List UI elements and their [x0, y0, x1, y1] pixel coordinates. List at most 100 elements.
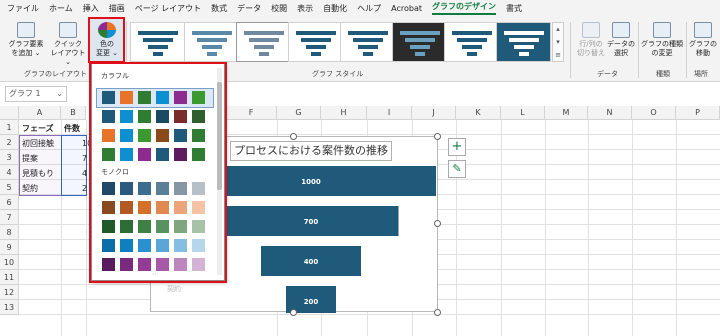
col-header-p[interactable]: P: [676, 106, 720, 120]
chart-style-1[interactable]: [130, 22, 185, 62]
chart-element-icon: [17, 22, 35, 38]
tab-5[interactable]: 数式: [211, 3, 227, 14]
cell-b1[interactable]: 件数: [62, 121, 80, 136]
cell-b5[interactable]: 2: [80, 181, 87, 196]
tab-11[interactable]: Acrobat: [391, 4, 422, 13]
tab-0[interactable]: ファイル: [7, 3, 39, 14]
chart-styles-brush-icon[interactable]: ✎: [448, 160, 466, 178]
row-header-4[interactable]: 4: [0, 165, 19, 180]
col-header-f[interactable]: F: [226, 106, 277, 120]
change-type-label-1: グラフの種類: [641, 40, 683, 48]
row-header-2[interactable]: 2: [0, 135, 19, 150]
cell-b3[interactable]: 7: [80, 151, 87, 166]
col-header-i[interactable]: I: [367, 106, 412, 120]
resize-handle-top[interactable]: [290, 133, 297, 140]
group-location-label: 場所: [694, 70, 708, 78]
quick-layout-label-1: クイック: [54, 40, 82, 48]
tab-12[interactable]: グラフのデザイン: [432, 1, 497, 15]
row-header-10[interactable]: 10: [0, 255, 19, 270]
cell-b4[interactable]: 4: [80, 166, 87, 181]
change-chart-type-button[interactable]: グラフの種類 の変更: [640, 22, 684, 58]
chart-style-8[interactable]: [496, 22, 551, 62]
switch-label-1: 行/列の: [579, 40, 603, 48]
chart-style-3[interactable]: [236, 22, 291, 62]
resize-handle-top-right[interactable]: [434, 133, 441, 140]
select-data-icon: [612, 22, 630, 38]
row-header-12[interactable]: 12: [0, 285, 19, 300]
move-chart-button[interactable]: グラフの 移動: [688, 22, 718, 58]
funnel-data-label-2: 400: [304, 258, 319, 266]
select-data-button[interactable]: データの 選択: [606, 22, 636, 58]
tab-8[interactable]: 表示: [297, 3, 313, 14]
funnel-data-label-3: 200: [304, 298, 319, 306]
resize-handle-bottom-right[interactable]: [434, 309, 441, 316]
row-header-8[interactable]: 8: [0, 225, 19, 240]
tab-1[interactable]: ホーム: [49, 3, 73, 14]
highlight-change-colors: [88, 17, 125, 63]
ribbon-tabs: ファイル ホーム 挿入 描画 ページ レイアウト 数式 データ 校閲 表示 自動化 ヘルプ Acrob…: [0, 0, 720, 16]
select-data-label-2: 選択: [614, 49, 628, 57]
row-header-1[interactable]: 1: [0, 120, 19, 135]
col-header-g[interactable]: G: [277, 106, 321, 120]
tab-7[interactable]: 校閲: [271, 3, 287, 14]
row-header-3[interactable]: 3: [0, 150, 19, 165]
name-box[interactable]: グラフ 1 ⌄: [5, 86, 67, 102]
cell-a2[interactable]: 初回接触: [20, 136, 54, 151]
resize-handle-bottom[interactable]: [290, 309, 297, 316]
tab-6[interactable]: データ: [237, 3, 261, 14]
chart-style-7[interactable]: [444, 22, 499, 62]
chart-style-4[interactable]: [288, 22, 343, 62]
row-header-6[interactable]: 6: [0, 195, 19, 210]
switch-row-column-button[interactable]: 行/列の 切り替え: [574, 22, 608, 58]
change-type-label-2: の変更: [651, 49, 673, 57]
funnel-data-label-0: 1000: [301, 178, 321, 186]
row-header-11[interactable]: 11: [0, 270, 19, 285]
add-element-label-1: グラフ要素: [8, 40, 44, 48]
quick-layout-button[interactable]: クイック レイアウト ⌄: [48, 22, 88, 67]
cell-a5[interactable]: 契約: [20, 181, 38, 196]
row-header-13[interactable]: 13: [0, 300, 19, 315]
col-header-j[interactable]: J: [412, 106, 456, 120]
separator: [686, 22, 687, 78]
select-all-corner[interactable]: [0, 106, 19, 120]
group-type-label: 種類: [656, 70, 670, 78]
add-chart-element-button[interactable]: グラフ要素 を追加 ⌄: [4, 22, 48, 58]
chevron-down-icon: ⌄: [56, 89, 63, 98]
tab-2[interactable]: 挿入: [83, 3, 99, 14]
col-header-h[interactable]: H: [321, 106, 367, 120]
col-header-k[interactable]: K: [456, 106, 501, 120]
chart-style-5[interactable]: [340, 22, 395, 62]
cell-a1[interactable]: フェーズ: [20, 121, 54, 136]
group-data-label: データ: [597, 70, 618, 78]
chart-title[interactable]: プロセスにおける案件数の推移: [230, 141, 392, 161]
switch-label-2: 切り替え: [577, 49, 605, 57]
tab-3[interactable]: 描画: [109, 3, 125, 14]
row-header-7[interactable]: 7: [0, 210, 19, 225]
name-box-value: グラフ 1: [9, 89, 41, 98]
tab-10[interactable]: ヘルプ: [357, 3, 381, 14]
col-header-a[interactable]: A: [19, 106, 61, 120]
chart-style-6[interactable]: [392, 22, 447, 62]
chart-style-2[interactable]: [184, 22, 239, 62]
col-header-n[interactable]: N: [588, 106, 632, 120]
col-header-b[interactable]: B: [61, 106, 86, 120]
chart-elements-plus-icon[interactable]: +: [448, 138, 466, 156]
move-chart-label-2: 移動: [696, 49, 710, 57]
row-header-9[interactable]: 9: [0, 240, 19, 255]
cell-a3[interactable]: 提案: [20, 151, 38, 166]
col-header-m[interactable]: M: [545, 106, 588, 120]
gallery-scroll[interactable]: ▴ ▾ ≡: [552, 22, 564, 62]
col-header-l[interactable]: L: [501, 106, 545, 120]
row-header-5[interactable]: 5: [0, 180, 19, 195]
move-chart-label-1: グラフの: [689, 40, 717, 48]
tab-13[interactable]: 書式: [506, 3, 522, 14]
tab-9[interactable]: 自動化: [323, 3, 347, 14]
col-header-o[interactable]: O: [632, 106, 676, 120]
tab-4[interactable]: ページ レイアウト: [135, 3, 201, 14]
gridline: [19, 314, 720, 315]
chart-type-icon: [653, 22, 671, 38]
cell-a4[interactable]: 見積もり: [20, 166, 54, 181]
separator: [570, 22, 571, 78]
switch-row-column-icon: [582, 22, 600, 38]
resize-handle-right[interactable]: [434, 220, 441, 227]
